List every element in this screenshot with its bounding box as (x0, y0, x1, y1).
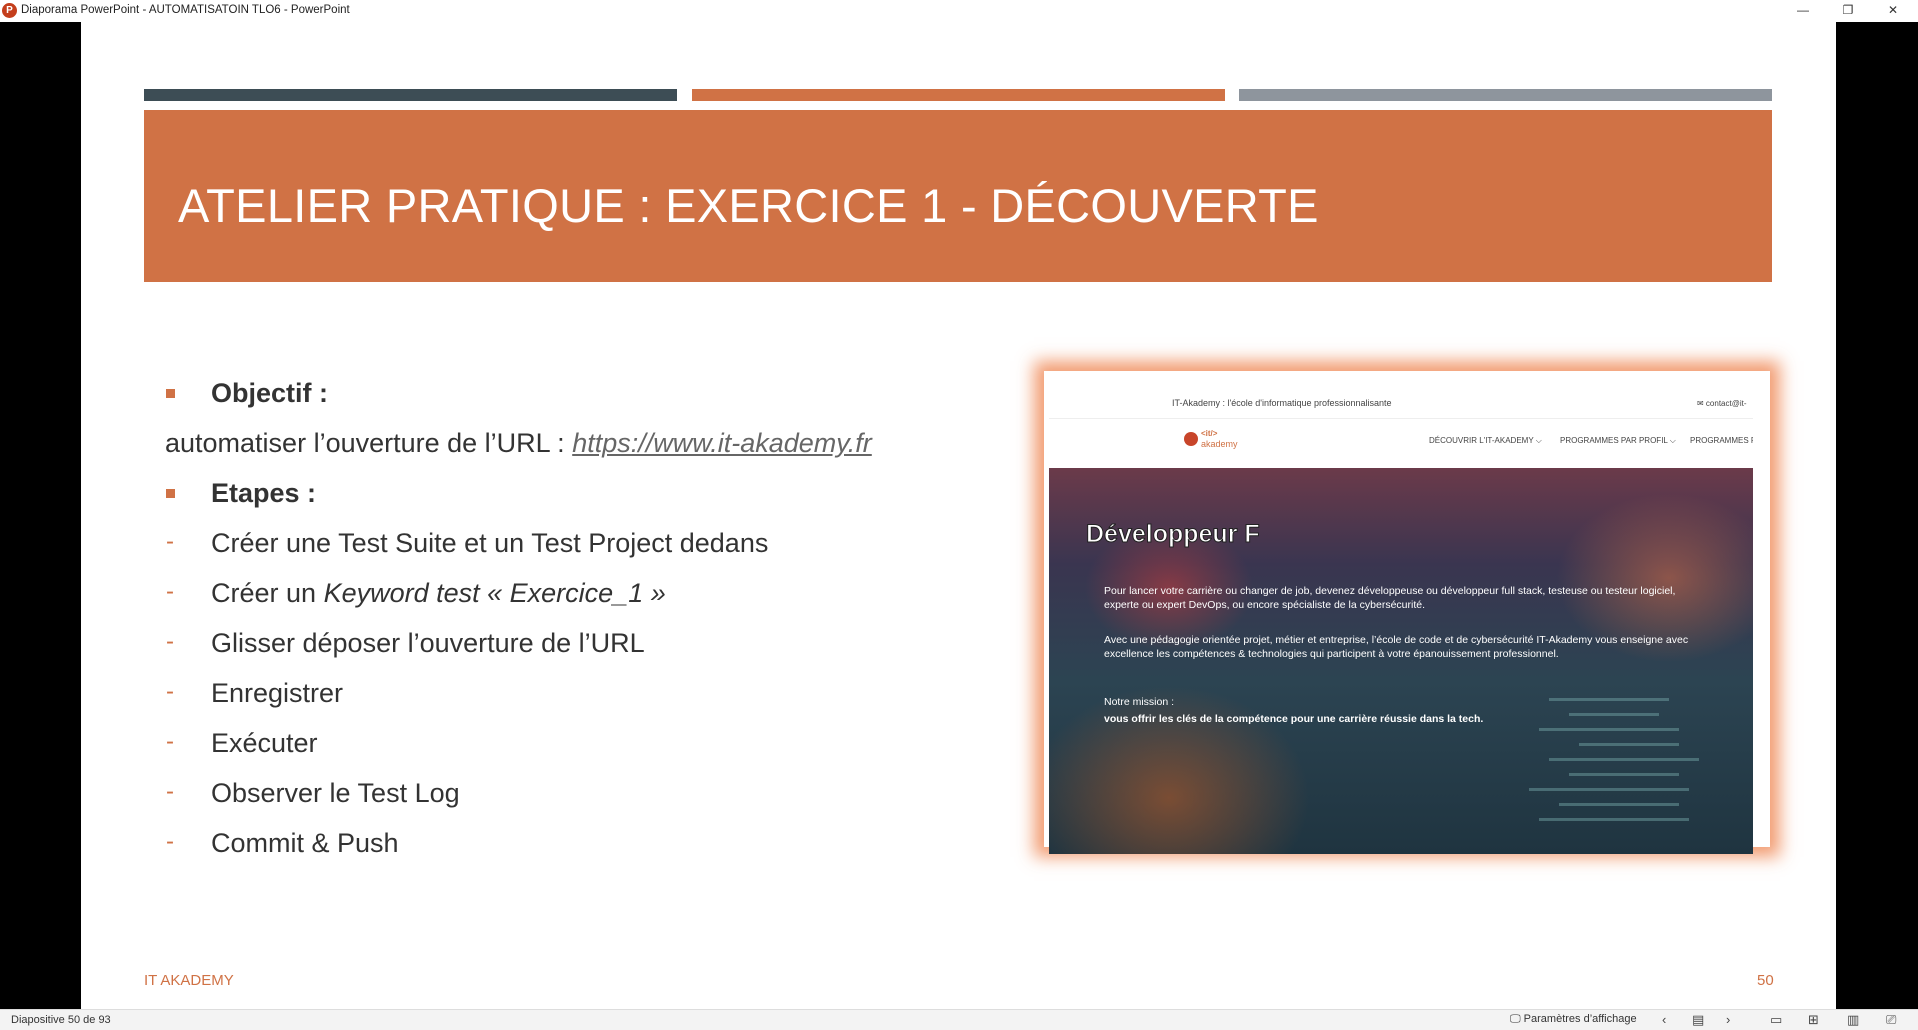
step-text: Exécuter (211, 728, 318, 758)
square-bullet-icon (166, 389, 175, 398)
step-text: Créer un Keyword test « Exercice_1 » (211, 578, 666, 608)
display-settings-label: Paramètres d’affichage (1523, 1013, 1637, 1025)
site-nav-item: PROGRAMMES P (1690, 436, 1753, 445)
slideshow-icon[interactable]: ⎚ (1886, 1012, 1896, 1028)
accent-bar-orange (692, 89, 1225, 101)
site-navbar: <it/> akademy DÉCOUVRIR L'IT-AKADEMY ⌵ P… (1049, 419, 1753, 468)
objective-line: automatiser l’ouverture de l’URL : https… (165, 428, 872, 459)
slide-footer: IT AKADEMY (144, 972, 234, 989)
window-title: Diaporama PowerPoint - AUTOMATISATOIN TL… (21, 4, 350, 16)
objective-text: automatiser l’ouverture de l’URL : (165, 428, 573, 458)
square-bullet-icon (166, 489, 175, 498)
site-hero-paragraph-2: Avec une pédagogie orientée projet, méti… (1104, 634, 1689, 660)
objective-label: Objectif : (211, 378, 329, 408)
site-hero-paragraph-1: Pour lancer votre carrière ou changer de… (1104, 585, 1676, 611)
minimize-button[interactable]: — (1783, 0, 1823, 22)
site-logo-icon (1184, 432, 1198, 446)
steps-label: Etapes : (211, 478, 317, 508)
powerpoint-icon: P (2, 3, 17, 18)
window-title-bar: P Diaporama PowerPoint - AUTOMATISATOIN … (0, 0, 1918, 22)
accent-bar-dark (144, 89, 677, 101)
site-logo-bottom: akademy (1201, 439, 1238, 449)
site-tagline: IT-Akademy : l'école d'informatique prof… (1172, 398, 1392, 408)
site-nav-item: PROGRAMMES PAR PROFIL ⌵ (1560, 436, 1676, 445)
slide-sorter-icon[interactable]: ⊞ (1808, 1012, 1819, 1028)
step-text: Créer une Test Suite et un Test Project … (211, 528, 769, 558)
slide-counter: Diapositive 50 de 93 (11, 1014, 111, 1026)
restore-button[interactable]: ❐ (1828, 0, 1868, 22)
site-mission-label: Notre mission : (1104, 696, 1175, 708)
title-band: ATELIER PRATIQUE : EXERCICE 1 - DÉCOUVER… (144, 110, 1772, 282)
site-nav-item: DÉCOUVRIR L'IT-AKADEMY ⌵ (1429, 436, 1542, 445)
normal-view-icon[interactable]: ▭ (1770, 1012, 1782, 1028)
accent-bar-gray (1239, 89, 1772, 101)
reading-view-icon[interactable]: ▥ (1847, 1012, 1859, 1028)
dash-bullet-icon: - (166, 678, 174, 705)
next-slide-icon[interactable]: › (1726, 1012, 1730, 1027)
dash-bullet-icon: - (166, 828, 174, 855)
dash-bullet-icon: - (166, 778, 174, 805)
step-text: Commit & Push (211, 828, 399, 858)
site-hero-title: Développeur F (1086, 520, 1261, 549)
step-text: Glisser déposer l’ouverture de l’URL (211, 628, 645, 658)
previous-slide-icon[interactable]: ‹ (1662, 1012, 1666, 1027)
monitor-icon: 🖵 (1510, 1013, 1524, 1025)
objective-url-link[interactable]: https://www.it-akademy.fr (572, 428, 872, 458)
slide-number: 50 (1757, 972, 1774, 989)
slide-menu-icon[interactable]: ▤ (1692, 1012, 1704, 1028)
step-text: Observer le Test Log (211, 778, 460, 808)
site-hero: Développeur F Pour lancer votre carrière… (1049, 468, 1753, 854)
step-italic-text: Keyword test « Exercice_1 » (323, 578, 666, 608)
slide-title: ATELIER PRATIQUE : EXERCICE 1 - DÉCOUVER… (178, 179, 1319, 232)
step-text: Enregistrer (211, 678, 344, 708)
site-mission-text: vous offrir les clés de la compétence po… (1104, 713, 1484, 725)
display-settings-button[interactable]: 🖵 Paramètres d’affichage (1510, 1013, 1637, 1026)
site-topbar: IT-Akademy : l'école d'informatique prof… (1049, 389, 1753, 419)
close-button[interactable]: ✕ (1873, 0, 1913, 22)
slide: ATELIER PRATIQUE : EXERCICE 1 - DÉCOUVER… (81, 22, 1836, 1009)
dash-bullet-icon: - (166, 578, 174, 605)
site-contact: ✉ contact@it- (1697, 399, 1747, 408)
dash-bullet-icon: - (166, 628, 174, 655)
website-screenshot: IT-Akademy : l'école d'informatique prof… (1049, 389, 1753, 854)
dash-bullet-icon: - (166, 728, 174, 755)
status-bar: Diapositive 50 de 93 🖵 Paramètres d’affi… (0, 1009, 1918, 1030)
site-logo-top: <it/> (1201, 429, 1218, 438)
dash-bullet-icon: - (166, 528, 174, 555)
